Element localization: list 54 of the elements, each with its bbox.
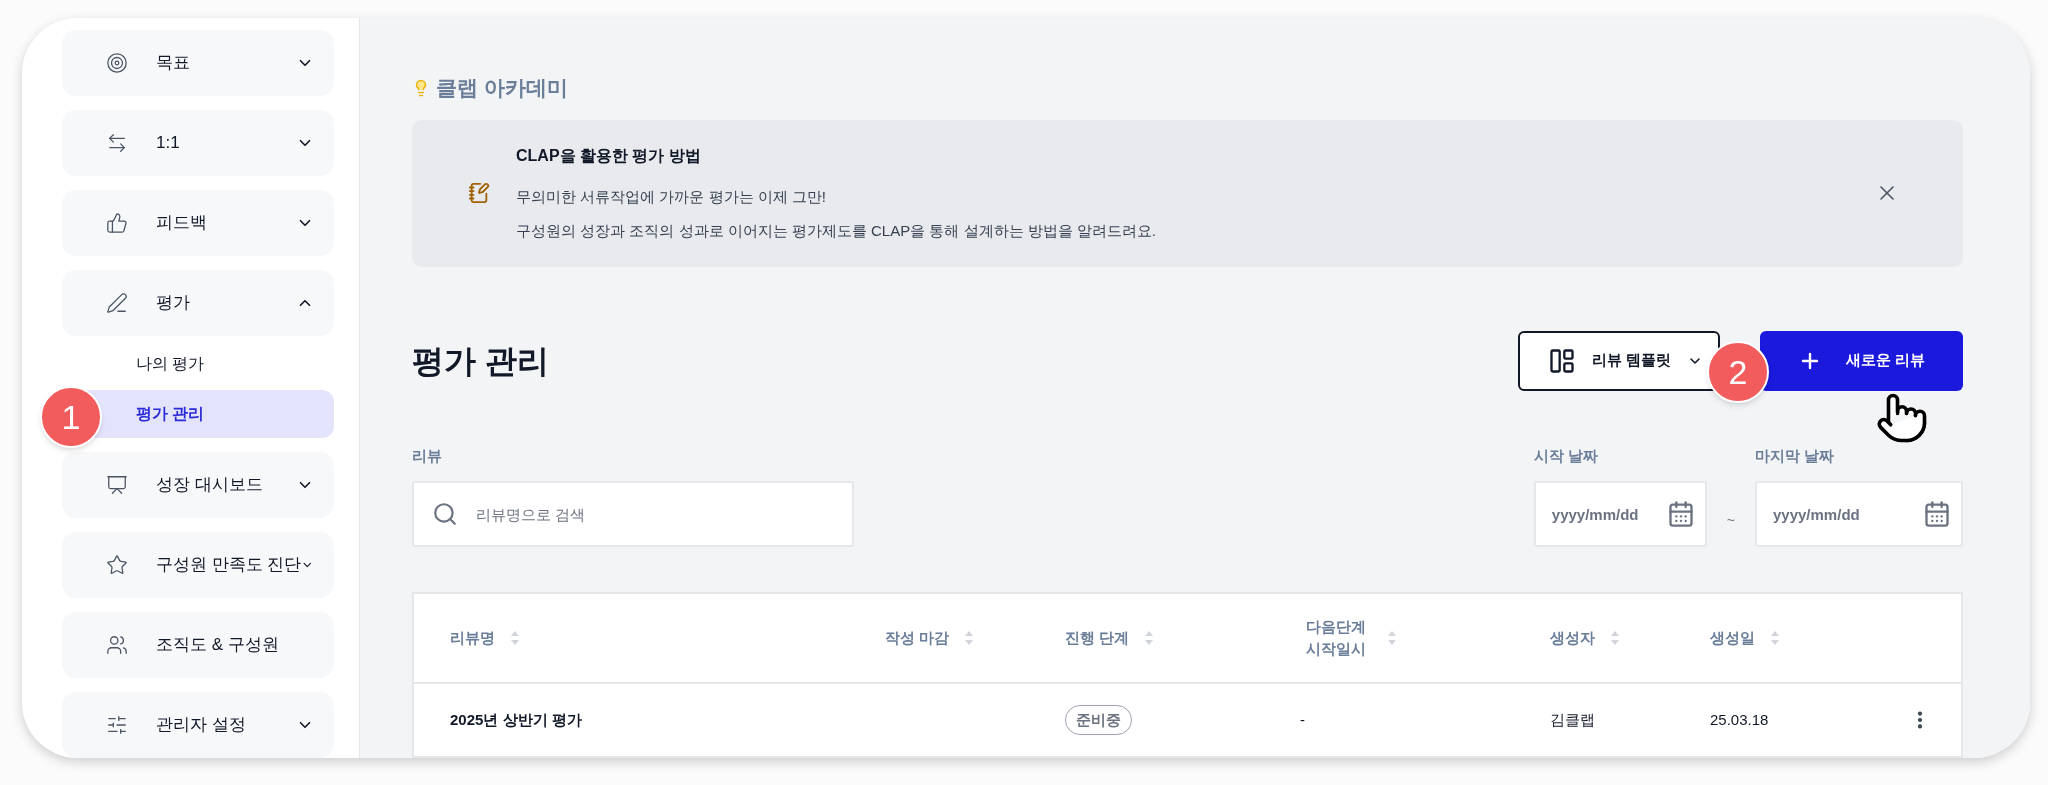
sidebar-item[interactable]: 1:1: [62, 110, 334, 176]
calendar-icon: [1666, 500, 1695, 528]
date-field[interactable]: yyyy/mm/dd: [1533, 481, 1707, 547]
layout-icon: [1548, 346, 1576, 375]
presentation-board-icon: [106, 474, 128, 496]
sidebar-item[interactable]: 조직도 & 구성원: [62, 612, 334, 678]
column-header: 리뷰명: [450, 627, 495, 648]
column-header: 생성일: [1710, 627, 1755, 648]
page-title: 평가 관리: [412, 341, 550, 381]
column-header: 진행 단계: [1065, 627, 1130, 648]
table-cell-text: 25.03.18: [1710, 709, 1769, 730]
star-icon: [106, 554, 128, 576]
pen-icon: [106, 292, 128, 314]
banner-title: CLAP을 활용한 평가 방법: [516, 145, 702, 166]
search-icon: [432, 501, 458, 527]
sidebar-item[interactable]: 피드백: [62, 190, 334, 256]
arrows-icon: [106, 132, 128, 154]
field-label: 리뷰: [412, 445, 443, 466]
sidebar-item[interactable]: 목표: [62, 30, 334, 96]
column-header: 생성자: [1550, 627, 1595, 648]
search-field[interactable]: 리뷰명으로 검색: [412, 481, 854, 547]
target-icon: [106, 52, 128, 74]
sidebar-item[interactable]: 평가: [62, 270, 334, 336]
hand-cursor-icon: [1875, 391, 1929, 445]
sort-icon[interactable]: [1388, 631, 1396, 645]
banner-text: 무의미한 서류작업에 가까운 평가는 이제 그만!: [516, 186, 827, 207]
calendar-icon: [1923, 500, 1951, 528]
sidebar-subitem[interactable]: 나의 평가: [62, 340, 334, 388]
table-row[interactable]: 2025년 상반기 평가 준비중 - 김클랩 25.03.18: [414, 684, 1961, 756]
template-button[interactable]: 리뷰 템플릿: [1518, 330, 1720, 391]
notepad-icon: [468, 182, 490, 205]
sliders-icon: [106, 714, 128, 736]
sidebar-item[interactable]: 관리자 설정: [62, 692, 334, 758]
sort-icon[interactable]: [965, 631, 974, 645]
column-header: 작성 마감: [885, 627, 950, 648]
banner-text: 구성원의 성장과 조직의 성과로 이어지는 평가제도를 CLAP을 통해 설계하는 방법을 알려드려요.: [516, 221, 1158, 242]
column-header: 다음단계 시작일시: [1305, 617, 1367, 659]
sidebar-item[interactable]: 구성원 만족도 진단: [62, 532, 334, 598]
sort-icon[interactable]: [1611, 631, 1619, 645]
thumbs-up-icon: [106, 212, 128, 234]
date-field[interactable]: yyyy/mm/dd: [1755, 481, 1963, 547]
table-cell-text: 김클랩: [1549, 709, 1596, 730]
sidebar-item[interactable]: 성장 대시보드: [62, 452, 334, 518]
sort-icon[interactable]: [1145, 631, 1154, 645]
field-label: 마지막 날짜: [1755, 445, 1836, 466]
new-review-button[interactable]: 새로운 리뷰: [1760, 330, 1963, 391]
field-label: 시작 날짜: [1533, 445, 1599, 466]
table-cell-text: 2025년 상반기 평가: [449, 709, 583, 730]
section-title: 클랩 아카데미: [436, 75, 568, 102]
table-cell-text: -: [1299, 709, 1306, 730]
sort-icon[interactable]: [1771, 631, 1779, 645]
range-separator: ~: [1726, 511, 1735, 530]
users-icon: [106, 634, 128, 656]
sort-icon[interactable]: [511, 631, 519, 645]
